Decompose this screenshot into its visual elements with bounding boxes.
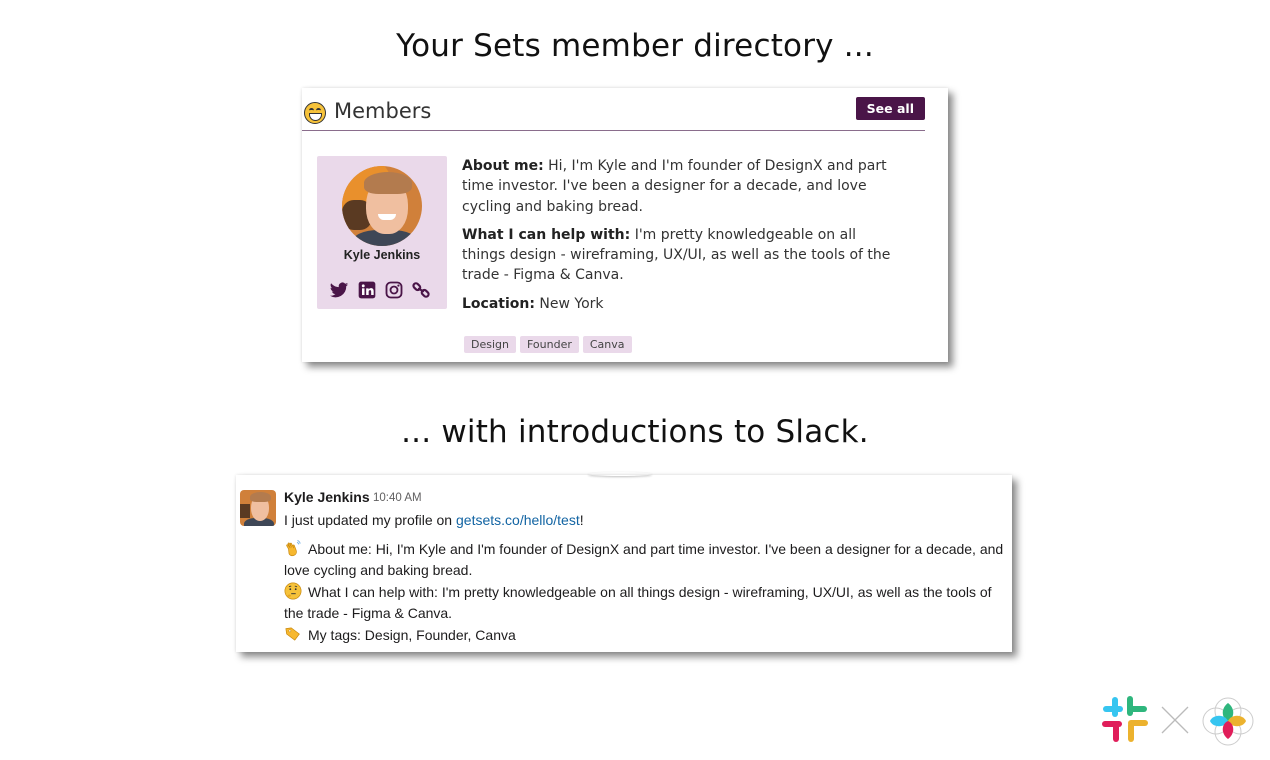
intro-line: I just updated my profile on getsets.co/… (284, 510, 1008, 532)
tag-founder[interactable]: Founder (519, 336, 579, 353)
heading-slack-introductions: ... with introductions to Slack. (401, 414, 869, 450)
location-section: Location: New York (462, 294, 902, 314)
tags-text: My tags: Design, Founder, Canva (308, 626, 516, 643)
intro-prefix: I just updated my profile on (284, 512, 456, 528)
avatar (342, 166, 422, 246)
thinking-face-icon (284, 582, 302, 600)
members-card: Members See all Kyle Jenkins About me: H… (302, 88, 948, 362)
help-text-line: What I can help with: I'm pretty knowled… (284, 583, 992, 622)
about-me-label: About me: (462, 158, 544, 174)
tag-canva[interactable]: Canva (582, 336, 632, 353)
about-text: About me: Hi, I'm Kyle and I'm founder o… (284, 540, 1004, 579)
help-section: What I can help with: I'm pretty knowled… (462, 225, 902, 286)
member-name: Kyle Jenkins (343, 248, 421, 262)
about-line: About me: Hi, I'm Kyle and I'm founder o… (284, 539, 1008, 582)
location-text: New York (534, 295, 604, 312)
member-tags: Design Founder Canva (464, 335, 636, 353)
slack-logo (1102, 696, 1148, 742)
about-me-section: About me: Hi, I'm Kyle and I'm founder o… (462, 156, 902, 217)
location-label: Location: (462, 295, 535, 312)
heading-member-directory: Your Sets member directory ... (396, 28, 874, 64)
instagram-icon[interactable] (384, 280, 404, 300)
sets-logo (1202, 697, 1254, 746)
slack-message-body: I just updated my profile on getsets.co/… (284, 510, 1008, 647)
slack-timestamp[interactable]: 10:40 AM (373, 492, 422, 504)
slack-sender-name[interactable]: Kyle Jenkins (284, 489, 370, 505)
help-label: What I can help with: (462, 226, 631, 243)
see-all-button[interactable]: See all (855, 97, 925, 120)
tag-design[interactable]: Design (464, 336, 516, 353)
social-links (329, 280, 439, 302)
help-line: What I can help with: I'm pretty knowled… (284, 582, 1008, 625)
member-profile-card[interactable]: Kyle Jenkins (317, 156, 447, 309)
member-about: About me: Hi, I'm Kyle and I'm founder o… (462, 156, 902, 322)
tags-line: My tags: Design, Founder, Canva (284, 625, 1008, 647)
linkedin-icon[interactable] (357, 280, 377, 300)
card-notch (588, 472, 652, 476)
link-icon[interactable] (411, 280, 431, 300)
profile-link[interactable]: getsets.co/hello/test (456, 512, 580, 528)
members-header: Members See all (302, 97, 925, 131)
intro-suffix: ! (579, 512, 584, 528)
partner-logos (1102, 696, 1254, 746)
grinning-face-icon (304, 102, 326, 124)
times-icon (1161, 706, 1189, 734)
slack-avatar[interactable] (240, 490, 276, 526)
slack-message: Kyle Jenkins 10:40 AM I just updated my … (236, 475, 1012, 652)
label-tag-icon (285, 627, 300, 641)
twitter-icon[interactable] (329, 280, 349, 300)
waving-hand-icon (286, 539, 301, 556)
members-title: Members (334, 99, 432, 123)
